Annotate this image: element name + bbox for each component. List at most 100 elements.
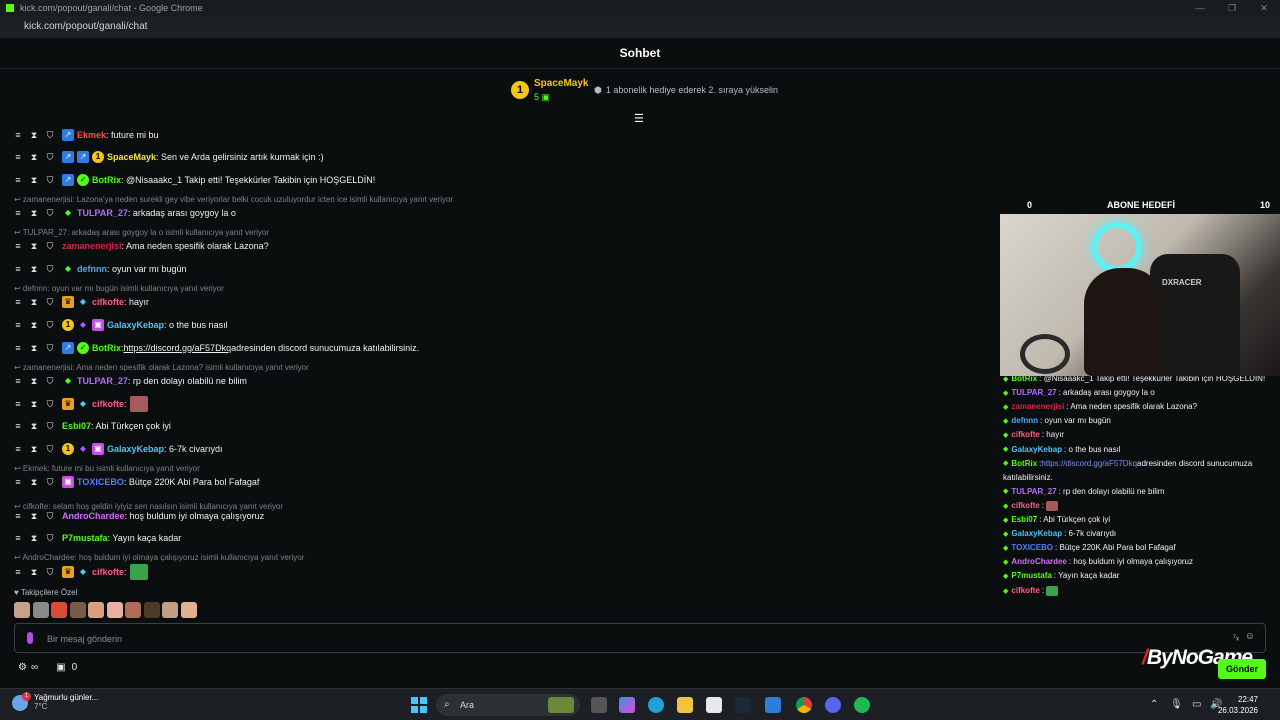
timeout-icon[interactable]: ⧗ [30, 421, 38, 432]
spotify-icon[interactable] [854, 697, 870, 713]
copilot-icon[interactable] [619, 697, 635, 713]
gift-icon[interactable]: ▣ [56, 662, 65, 673]
username[interactable]: GalaxyKebap [107, 444, 164, 454]
username[interactable]: SpaceMayk [107, 152, 156, 162]
menu-icon[interactable]: ≡ [14, 444, 22, 454]
username[interactable]: TULPAR_27 [77, 376, 128, 386]
mod-shield-icon[interactable]: ⛉ [46, 533, 54, 544]
username[interactable]: cifkofte [92, 297, 124, 307]
mod-shield-icon[interactable]: ⛉ [46, 477, 54, 488]
menu-icon[interactable]: ≡ [14, 376, 22, 386]
username[interactable]: BotRix [92, 343, 121, 353]
emote[interactable] [106, 602, 123, 618]
emote[interactable] [143, 602, 160, 618]
mod-shield-icon[interactable]: ⛉ [46, 152, 54, 163]
username[interactable]: cifkofte [92, 567, 124, 577]
emote[interactable] [88, 602, 104, 618]
emote[interactable] [180, 602, 197, 618]
edge-icon[interactable] [648, 697, 664, 713]
system-clock[interactable]: 22:47 26.03.2026 [1218, 694, 1258, 716]
username[interactable]: cifkofte [92, 399, 124, 409]
timeout-icon[interactable]: ⧗ [30, 533, 38, 544]
chrome-icon[interactable] [796, 697, 812, 713]
mod-shield-icon[interactable]: ⛉ [46, 208, 54, 219]
mod-shield-icon[interactable]: ⛉ [46, 399, 54, 410]
chat-input-box[interactable]: ⁷ₓ ☺ [14, 623, 1266, 653]
emote[interactable] [69, 602, 86, 618]
username[interactable]: Esbi07 [62, 421, 91, 431]
username[interactable]: Ekmek [77, 130, 106, 140]
timeout-icon[interactable]: ⧗ [30, 399, 38, 410]
emote[interactable] [51, 602, 67, 618]
file-explorer-icon[interactable] [677, 697, 693, 713]
mod-shield-icon[interactable]: ⛉ [46, 241, 54, 252]
timeout-icon[interactable]: ⧗ [30, 444, 38, 455]
task-view-icon[interactable] [591, 697, 607, 713]
mod-shield-icon[interactable]: ⛉ [46, 376, 54, 387]
close-icon[interactable]: ✕ [1248, 0, 1280, 16]
settings-icon[interactable]: ⚙ [18, 662, 27, 673]
mail-icon[interactable] [765, 697, 781, 713]
menu-icon[interactable]: ≡ [14, 421, 22, 431]
timeout-icon[interactable]: ⧗ [30, 511, 38, 522]
microphone-icon[interactable]: 🎙 [1170, 699, 1183, 710]
username[interactable]: BotRix [92, 175, 121, 185]
mod-shield-icon[interactable]: ⛉ [46, 567, 54, 578]
menu-icon[interactable]: ≡ [14, 511, 22, 521]
mod-shield-icon[interactable]: ⛉ [46, 320, 54, 331]
mod-shield-icon[interactable]: ⛉ [46, 175, 54, 186]
username[interactable]: AndroChardee [62, 511, 125, 521]
restore-icon[interactable]: ❐ [1216, 0, 1248, 16]
timeout-icon[interactable]: ⧗ [30, 320, 38, 331]
timeout-icon[interactable]: ⧗ [30, 241, 38, 252]
timeout-icon[interactable]: ⧗ [30, 567, 38, 578]
menu-icon[interactable]: ≡ [14, 175, 22, 185]
timeout-icon[interactable]: ⧗ [30, 208, 38, 219]
menu-icon[interactable]: ≡ [14, 152, 22, 162]
menu-icon[interactable]: ≡ [14, 343, 22, 353]
username[interactable]: TULPAR_27 [77, 208, 128, 218]
timeout-icon[interactable]: ⧗ [30, 264, 38, 275]
weather-widget[interactable]: 1 Yağmurlu günler... 7°C [12, 692, 98, 711]
menu-icon[interactable]: ≡ [14, 533, 22, 543]
start-button[interactable] [411, 697, 427, 713]
emote[interactable] [14, 602, 30, 618]
menu-icon[interactable]: ≡ [14, 477, 22, 487]
mic-icon[interactable] [27, 632, 33, 644]
tray-chevron-icon[interactable]: ⌃ [1150, 699, 1158, 710]
mod-shield-icon[interactable]: ⛉ [46, 264, 54, 275]
mod-shield-icon[interactable]: ⛉ [46, 421, 54, 432]
discord-icon[interactable] [825, 697, 841, 713]
username[interactable]: TOXICEBO [77, 477, 124, 487]
menu-icon[interactable]: ≡ [14, 297, 22, 307]
emote[interactable] [162, 602, 178, 618]
menu-icon[interactable]: ≡ [14, 130, 22, 140]
emote[interactable] [32, 602, 49, 618]
taskbar-search[interactable]: ⌕ Ara [436, 694, 580, 716]
timeout-icon[interactable]: ⧗ [30, 297, 38, 308]
send-button[interactable]: Gönder [1218, 659, 1266, 679]
emote[interactable] [125, 602, 141, 618]
menu-icon[interactable]: ≡ [14, 320, 22, 330]
emoji-icon[interactable]: ☺ [1245, 631, 1255, 642]
steam-icon[interactable] [735, 697, 751, 713]
timeout-icon[interactable]: ⧗ [30, 130, 38, 141]
mod-shield-icon[interactable]: ⛉ [46, 511, 54, 522]
username[interactable]: zamanenerjisi [62, 241, 122, 251]
menu-icon[interactable]: ≡ [14, 399, 22, 409]
emote[interactable] [129, 564, 148, 580]
timeout-icon[interactable]: ⧗ [30, 175, 38, 186]
message-input[interactable] [47, 630, 1197, 648]
menu-icon[interactable]: ≡ [14, 241, 22, 251]
username[interactable]: defnnn [77, 264, 107, 274]
timeout-icon[interactable]: ⧗ [30, 152, 38, 163]
mod-shield-icon[interactable]: ⛉ [46, 343, 54, 354]
display-icon[interactable]: ▭ [1192, 699, 1201, 710]
timeout-icon[interactable]: ⧗ [30, 376, 38, 387]
menu-icon[interactable]: ≡ [14, 264, 22, 274]
mod-shield-icon[interactable]: ⛉ [46, 444, 54, 455]
username[interactable]: P7mustafa [62, 533, 108, 543]
store-icon[interactable] [706, 697, 722, 713]
mod-shield-icon[interactable]: ⛉ [46, 130, 54, 141]
message-link[interactable]: https://discord.gg/aF57Dkq [124, 343, 232, 353]
